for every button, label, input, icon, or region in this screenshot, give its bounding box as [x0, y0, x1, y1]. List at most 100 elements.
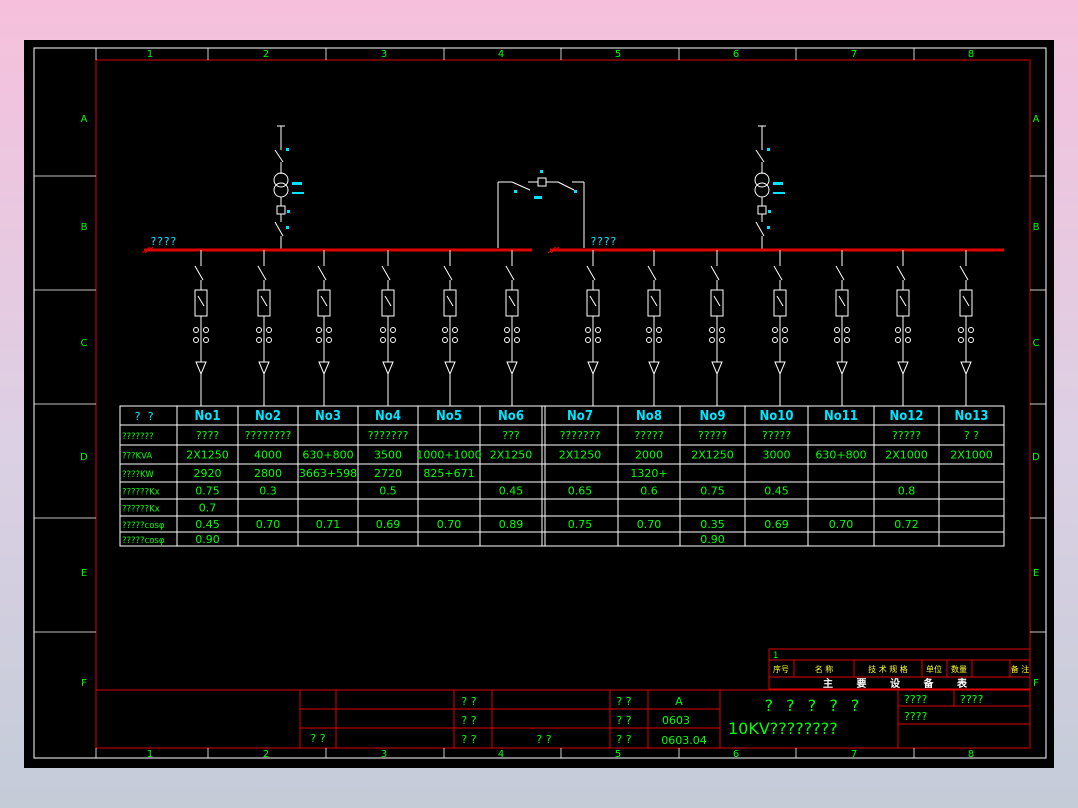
- transformer-winding-icon: [273, 182, 289, 198]
- schedule-row-label: ????KW: [122, 470, 154, 480]
- feeder-branch: [380, 250, 396, 406]
- schedule-cell: 2X1250: [186, 449, 229, 462]
- schedule-cell: 0.75: [700, 485, 725, 498]
- switchgear-cell-icon: [773, 289, 787, 317]
- schedule-cell: 4000: [254, 449, 282, 462]
- right-label-2: ????: [960, 693, 984, 706]
- title-block: ? ? ? ? ? ? ? ? ? ? ? ? ? ? ? ? A 0603 0…: [96, 689, 1030, 748]
- schedule-cell: 3500: [374, 449, 402, 462]
- panel-header: No1: [195, 409, 221, 424]
- cable-termination-icon: [318, 361, 330, 376]
- zone-column-top: 6: [733, 49, 739, 60]
- zone-column-top: 8: [968, 49, 974, 60]
- load-schedule-table: ? ? No1 No2 No3 No4 No5 No6 No7 No8 No9 No10 No11 N…: [119, 405, 1005, 547]
- panel-header: No6: [498, 409, 524, 424]
- feeder-branch: [958, 250, 974, 406]
- zone-column-bottom: 7: [851, 749, 857, 760]
- equipment-header: 备 注: [1011, 664, 1030, 674]
- schedule-cell: ? ?: [964, 429, 979, 442]
- approve-label: ? ?: [536, 733, 551, 746]
- panel-header: No3: [315, 409, 341, 424]
- incoming-transformer-left: [273, 125, 304, 250]
- drawing-canvas: 1122334455667788AABBCCDDEEFF ???? ???? ?…: [24, 40, 1054, 768]
- schedule-cell: ???????: [368, 429, 409, 442]
- schedule-row-label: ??????Kx: [122, 505, 160, 515]
- schedule-cell: 825+671: [423, 467, 474, 480]
- schedule-cell: 630+800: [302, 449, 353, 462]
- schedule-cell: 0.3: [259, 485, 277, 498]
- cable-termination-icon: [195, 361, 207, 376]
- schedule-cell: 0.65: [568, 485, 593, 498]
- schedule-header-label: ? ?: [134, 410, 154, 423]
- zone-row-right: A: [1033, 114, 1040, 125]
- tie-breaker-icon: [537, 177, 547, 187]
- schedule-row-label: ?????cosφ: [122, 536, 165, 546]
- cable-termination-icon: [648, 361, 660, 376]
- breaker-icon: [276, 205, 286, 215]
- schedule-cell: 0.35: [700, 518, 725, 531]
- equipment-index: 1: [773, 651, 778, 661]
- cable-termination-icon: [960, 361, 972, 376]
- single-line-diagram: 1122334455667788A AB BC CD DE EF F ???? …: [33, 47, 1047, 760]
- schedule-cell: ?????: [762, 429, 791, 442]
- schedule-cell: 0.90: [195, 533, 220, 546]
- zone-column-bottom: 8: [968, 749, 974, 760]
- equipment-table-title: 主 要 设 备 表: [823, 677, 977, 690]
- schedule-cell: 2720: [374, 467, 402, 480]
- zone-row-right: C: [1033, 338, 1040, 349]
- schedule-cell: 0.8: [898, 485, 916, 498]
- panel-header: No8: [636, 409, 662, 424]
- cable-termination-icon: [444, 361, 456, 376]
- schedule-cell: 1000+1000: [416, 449, 481, 462]
- zone-row-left: D: [80, 452, 88, 463]
- zone-column-top: 5: [615, 49, 621, 60]
- switchgear-cell-icon: [443, 289, 457, 317]
- cable-termination-icon: [258, 361, 270, 376]
- row-label-3: ? ?: [461, 733, 476, 746]
- row-label-2: ? ?: [461, 714, 476, 727]
- zone-row-left: C: [81, 338, 88, 349]
- schedule-cell: 2X1250: [490, 449, 533, 462]
- zone-row-left: A: [81, 114, 88, 125]
- switchgear-cell-icon: [647, 289, 661, 317]
- schedule-cell: 0.6: [640, 485, 658, 498]
- switchgear-cell-icon: [257, 289, 271, 317]
- zone-column-top: 2: [263, 49, 269, 60]
- zone-column-bottom: 4: [498, 749, 504, 760]
- zone-column-bottom: 1: [147, 749, 153, 760]
- schedule-cell: 0.69: [764, 518, 789, 531]
- feeder-branch: [895, 250, 911, 406]
- schedule-cell: 0.90: [700, 533, 725, 546]
- schedule-cell: 0.69: [376, 518, 401, 531]
- schedule-cell: 2X1000: [885, 449, 928, 462]
- equipment-header: 技 术 规 格: [868, 664, 908, 674]
- zone-row-left: F: [81, 678, 87, 689]
- outer-border: [33, 47, 1047, 759]
- zone-row-right: E: [1033, 568, 1039, 579]
- schedule-cell: 2800: [254, 467, 282, 480]
- schedule-cell: 0.89: [499, 518, 524, 531]
- switchgear-cell-icon: [586, 289, 600, 317]
- panel-header: No7: [567, 409, 593, 424]
- feeder-branch: [772, 250, 788, 406]
- schedule-cell: 0.75: [195, 485, 220, 498]
- panel-header: No12: [889, 409, 923, 424]
- schedule-cell: 0.70: [637, 518, 662, 531]
- equipment-header: 单位: [926, 664, 942, 674]
- switchgear-cell-icon: [835, 289, 849, 317]
- date-value: 0603.04: [661, 734, 707, 747]
- switchgear-cell-icon: [959, 289, 973, 317]
- zone-row-right: F: [1033, 678, 1039, 689]
- zone-column-bottom: 3: [381, 749, 387, 760]
- schedule-row-label: ?????cosφ: [122, 521, 165, 531]
- panel-header: No9: [700, 409, 726, 424]
- feeder-branch: [709, 250, 725, 406]
- equipment-table: 1 序号 名 称 技 术 规 格 单位 数量 备 注 主 要 设 备 表: [768, 648, 1031, 690]
- panel-header: No11: [824, 409, 858, 424]
- schedule-cell: 1320+: [630, 467, 667, 480]
- panel-header: No5: [436, 409, 462, 424]
- zone-column-bottom: 5: [615, 749, 621, 760]
- schedule-cell: 0.45: [764, 485, 789, 498]
- schedule-cell: 0.70: [256, 518, 281, 531]
- feeder-branch: [256, 250, 272, 406]
